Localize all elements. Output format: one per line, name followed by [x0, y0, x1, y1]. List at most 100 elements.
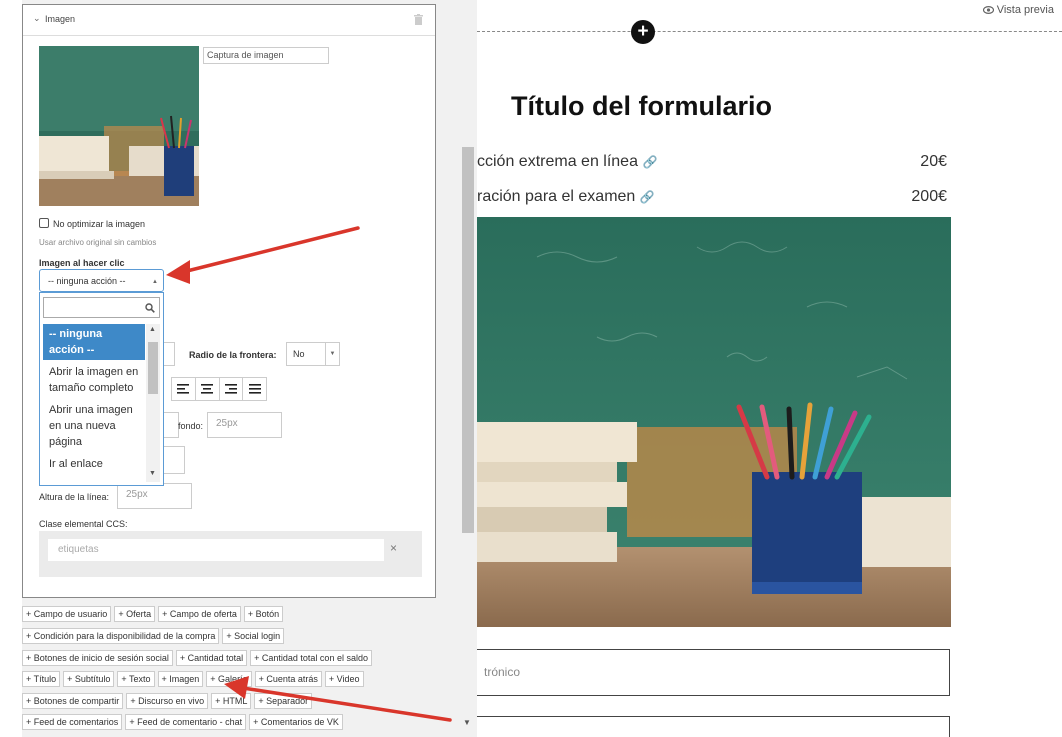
add-video-button[interactable]: + Video	[324, 671, 364, 687]
preview-image	[477, 217, 951, 627]
add-comments-chat-button[interactable]: + Feed de comentario - chat	[125, 714, 247, 730]
offer-row-1[interactable]: cción extrema en línea 🔗 20€	[477, 153, 947, 171]
offer-row-2[interactable]: ración para el examen 🔗 200€	[477, 188, 947, 206]
add-text-button[interactable]: + Texto	[117, 671, 155, 687]
editor-scroll-thumb[interactable]	[462, 147, 474, 533]
image-thumbnail[interactable]	[39, 46, 199, 206]
dropdown-scrollbar[interactable]: ▲ ▼	[146, 324, 160, 482]
header-divider	[23, 35, 435, 36]
border-radius-value: No	[293, 349, 305, 359]
add-social-login-buttons-button[interactable]: + Botones de inicio de sesión social	[22, 650, 173, 666]
border-radius-select[interactable]: No ▼	[286, 342, 340, 366]
search-icon	[145, 303, 155, 313]
align-justify-icon	[248, 384, 261, 394]
trash-icon[interactable]	[414, 14, 423, 25]
add-image-button[interactable]: + Imagen	[157, 671, 204, 687]
hidden-input-edge-2[interactable]	[161, 446, 185, 474]
add-buttons-row-2: + Condición para la disponibilidad de la…	[22, 628, 285, 644]
css-class-label: Clase elemental CCS:	[39, 519, 128, 529]
background-label: fondo:	[178, 421, 204, 431]
add-vk-comments-button[interactable]: + Comentarios de VK	[249, 714, 343, 730]
insert-divider	[477, 31, 1062, 32]
css-class-tags: etiquetas ×	[39, 531, 422, 577]
add-buttons-row-6: + Feed de comentarios + Feed de comentar…	[22, 714, 343, 730]
add-offer-field-button[interactable]: + Campo de oferta	[158, 606, 241, 622]
align-left-button[interactable]	[172, 378, 196, 400]
dropdown-option-none[interactable]: -- ninguna acción --	[43, 324, 145, 360]
add-countdown-button[interactable]: + Cuenta atrás	[254, 671, 322, 687]
dropdown-option-new-page[interactable]: Abrir una imagen en una nueva página	[43, 400, 145, 452]
no-optimize-hint: Usar archivo original sin cambios	[39, 238, 157, 247]
add-purchase-condition-button[interactable]: + Condición para la disponibilidad de la…	[22, 628, 220, 644]
add-button-button[interactable]: + Botón	[243, 606, 284, 622]
align-right-icon	[224, 384, 237, 394]
editor-gutter	[0, 0, 22, 737]
eye-icon	[982, 6, 994, 15]
preview-label: Vista previa	[996, 4, 1054, 16]
add-user-field-button[interactable]: + Campo de usuario	[22, 606, 112, 622]
click-action-select[interactable]: -- ninguna acción -- ▲	[39, 269, 164, 292]
align-center-icon	[201, 384, 214, 394]
line-height-input[interactable]: 25px	[117, 483, 192, 509]
caret-up-icon: ▲	[152, 279, 158, 285]
dropdown-search-input[interactable]	[43, 297, 160, 318]
dropdown-scroll-thumb[interactable]	[148, 342, 158, 394]
block-title: Imagen	[45, 14, 76, 24]
add-buttons-row-5: + Botones de compartir + Discurso en viv…	[22, 693, 313, 709]
add-offer-button[interactable]: + Oferta	[114, 606, 156, 622]
dropdown-option-full-size[interactable]: Abrir la imagen en tamaño completo	[43, 362, 145, 398]
add-buttons-row-3: + Botones de inicio de sesión social + C…	[22, 650, 372, 666]
form-preview: + Vista previa Título del formulario cci…	[477, 0, 1062, 737]
caret-down-icon: ▼	[325, 343, 339, 365]
image-caption-input[interactable]: Captura de imagen	[203, 47, 329, 64]
email-placeholder: trónico	[484, 665, 521, 679]
next-input[interactable]	[477, 716, 950, 737]
add-social-login-button[interactable]: + Social login	[222, 628, 285, 644]
click-action-label: Imagen al hacer clic	[39, 258, 125, 268]
align-right-button[interactable]	[220, 378, 244, 400]
scroll-down-icon[interactable]: ▼	[463, 718, 471, 727]
tags-input[interactable]: etiquetas	[48, 539, 384, 561]
email-input[interactable]: trónico	[477, 649, 950, 696]
add-subtitle-button[interactable]: + Subtítulo	[63, 671, 115, 687]
collapse-chevron-icon[interactable]: ⌄	[33, 13, 41, 24]
dropdown-option-link[interactable]: Ir al enlace	[43, 454, 145, 474]
offer-price: 20€	[920, 153, 947, 170]
add-total-amount-button[interactable]: + Cantidad total	[175, 650, 248, 666]
border-radius-label: Radio de la frontera:	[189, 350, 277, 360]
editor-panel: ⌄ Imagen Captura de imagen No optimizar …	[0, 0, 477, 737]
align-left-icon	[177, 384, 190, 394]
click-action-value: -- ninguna acción --	[48, 276, 126, 286]
image-block-settings: ⌄ Imagen Captura de imagen No optimizar …	[22, 4, 436, 598]
no-optimize-checkbox[interactable]	[39, 218, 49, 228]
link-icon: 🔗	[639, 190, 655, 204]
add-buttons-row-1: + Campo de usuario + Oferta + Campo de o…	[22, 606, 284, 622]
add-separator-button[interactable]: + Separador	[254, 693, 313, 709]
add-gallery-button[interactable]: + Galería	[206, 671, 252, 687]
scroll-down-icon[interactable]: ▼	[149, 470, 156, 477]
align-center-button[interactable]	[196, 378, 220, 400]
editor-scrollbar[interactable]: ▼	[459, 0, 477, 737]
add-block-icon[interactable]: +	[631, 20, 655, 44]
add-comments-feed-button[interactable]: + Feed de comentarios	[22, 714, 123, 730]
add-title-button[interactable]: + Título	[22, 671, 61, 687]
add-live-speech-button[interactable]: + Discurso en vivo	[126, 693, 209, 709]
clear-tags-icon[interactable]: ×	[390, 541, 397, 555]
add-total-with-balance-button[interactable]: + Cantidad total con el saldo	[250, 650, 372, 666]
add-share-buttons-button[interactable]: + Botones de compartir	[22, 693, 124, 709]
preview-link[interactable]: Vista previa	[982, 4, 1054, 16]
offer-name: cción extrema en línea	[477, 153, 638, 170]
line-height-label: Altura de la línea:	[39, 492, 110, 502]
scroll-up-icon[interactable]: ▲	[149, 326, 156, 333]
align-justify-button[interactable]	[243, 378, 266, 400]
background-input[interactable]: 25px	[207, 412, 282, 438]
add-buttons-row-4: + Título + Subtítulo + Texto + Imagen + …	[22, 671, 364, 687]
no-optimize-label: No optimizar la imagen	[53, 219, 146, 229]
add-html-button[interactable]: + HTML	[211, 693, 252, 709]
offer-name: ración para el examen	[477, 188, 636, 205]
click-action-dropdown: -- ninguna acción -- Abrir la imagen en …	[39, 292, 164, 486]
offer-price: 200€	[911, 188, 947, 205]
link-icon: 🔗	[642, 155, 658, 169]
dropdown-options: -- ninguna acción -- Abrir la imagen en …	[43, 324, 145, 474]
text-align-group	[171, 377, 267, 401]
